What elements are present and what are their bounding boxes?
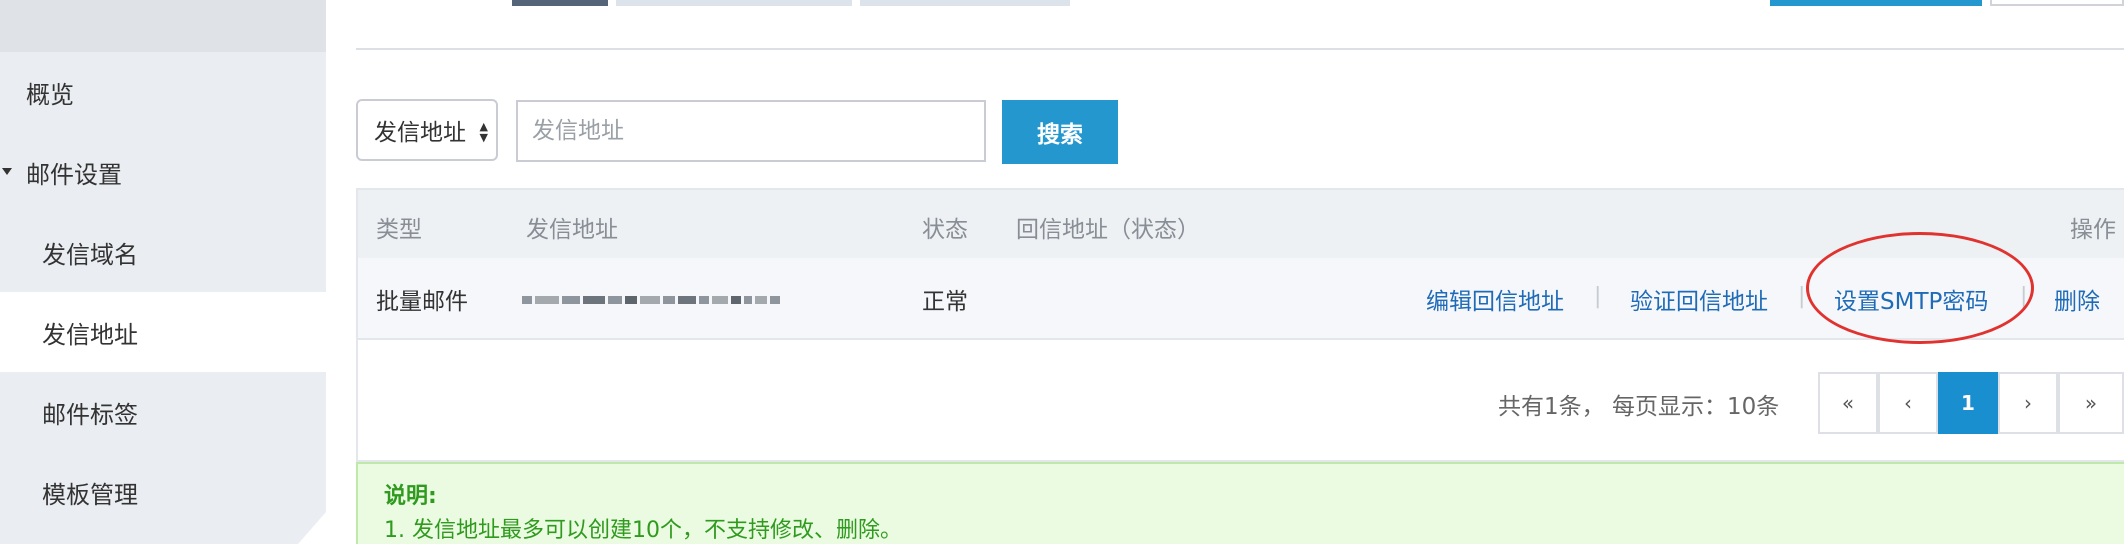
page-button-current[interactable]: 1 xyxy=(1938,372,1998,434)
tab-partial[interactable] xyxy=(860,0,1070,6)
separator: | xyxy=(1594,284,1602,309)
sidebar: 概览 邮件设置 发信域名 发信地址 邮件标签 模板管理 xyxy=(0,0,326,544)
tab-partial[interactable] xyxy=(616,0,852,6)
sidebar-item-sender-address[interactable]: 发信地址 xyxy=(0,292,326,372)
sidebar-item-label: 邮件设置 xyxy=(26,160,122,189)
highlight-circle-annotation xyxy=(1806,232,2034,344)
note-line: 1. 发信地址最多可以创建10个，不支持修改、删除。 xyxy=(384,518,902,543)
column-header-type: 类型 xyxy=(376,217,422,243)
sidebar-item-label: 发信域名 xyxy=(42,240,138,269)
column-header-sender-address: 发信地址 xyxy=(526,217,618,243)
sort-arrows-icon: ▲ ▼ xyxy=(479,120,488,144)
next-page-button[interactable]: › xyxy=(1998,372,2058,434)
divider xyxy=(356,48,2124,50)
column-header-actions: 操作 xyxy=(2070,217,2116,243)
first-page-button[interactable]: « xyxy=(1818,372,1878,434)
primary-button-partial[interactable] xyxy=(1770,0,1982,6)
sidebar-item-label: 概览 xyxy=(26,80,74,109)
column-header-reply-address: 回信地址（状态） xyxy=(1016,217,1200,243)
cell-type: 批量邮件 xyxy=(376,289,468,315)
sidebar-header xyxy=(0,0,326,52)
column-header-status: 状态 xyxy=(922,217,968,243)
sidebar-item-label: 邮件标签 xyxy=(42,400,138,429)
note-title: 说明: xyxy=(384,484,437,509)
delete-link[interactable]: 删除 xyxy=(2054,282,2100,316)
sidebar-collapse-handle[interactable] xyxy=(298,512,326,544)
tab-active-partial[interactable] xyxy=(512,0,608,6)
sidebar-item-template-management[interactable]: 模板管理 xyxy=(0,452,326,532)
sidebar-item-label: 发信地址 xyxy=(42,320,138,349)
last-page-button[interactable]: » xyxy=(2058,372,2124,434)
sidebar-item-sender-domain[interactable]: 发信域名 xyxy=(0,212,326,292)
prev-page-button[interactable]: ‹ xyxy=(1878,372,1938,434)
search-button[interactable]: 搜索 xyxy=(1002,100,1118,164)
separator: | xyxy=(1798,284,1806,309)
pagination-summary: 共有1条， 每页显示：10条 xyxy=(1498,394,1780,420)
cell-sender-address-redacted xyxy=(522,292,783,308)
edit-reply-address-link[interactable]: 编辑回信地址 xyxy=(1426,282,1564,316)
search-field-select[interactable]: 发信地址 ▲ ▼ xyxy=(356,99,498,161)
search-input[interactable] xyxy=(516,100,986,162)
secondary-button-partial[interactable] xyxy=(1990,0,2124,6)
search-field-select-value: 发信地址 xyxy=(374,120,466,146)
sidebar-item-label: 模板管理 xyxy=(42,480,138,509)
caret-down-icon xyxy=(2,168,12,175)
sidebar-item-mail-settings[interactable]: 邮件设置 xyxy=(0,132,326,212)
cell-status: 正常 xyxy=(922,289,968,315)
sidebar-item-overview[interactable]: 概览 xyxy=(0,52,326,132)
verify-reply-address-link[interactable]: 验证回信地址 xyxy=(1630,282,1768,316)
info-note: 说明: 1. 发信地址最多可以创建10个，不支持修改、删除。 xyxy=(356,462,2124,544)
sidebar-item-mail-tags[interactable]: 邮件标签 xyxy=(0,372,326,452)
